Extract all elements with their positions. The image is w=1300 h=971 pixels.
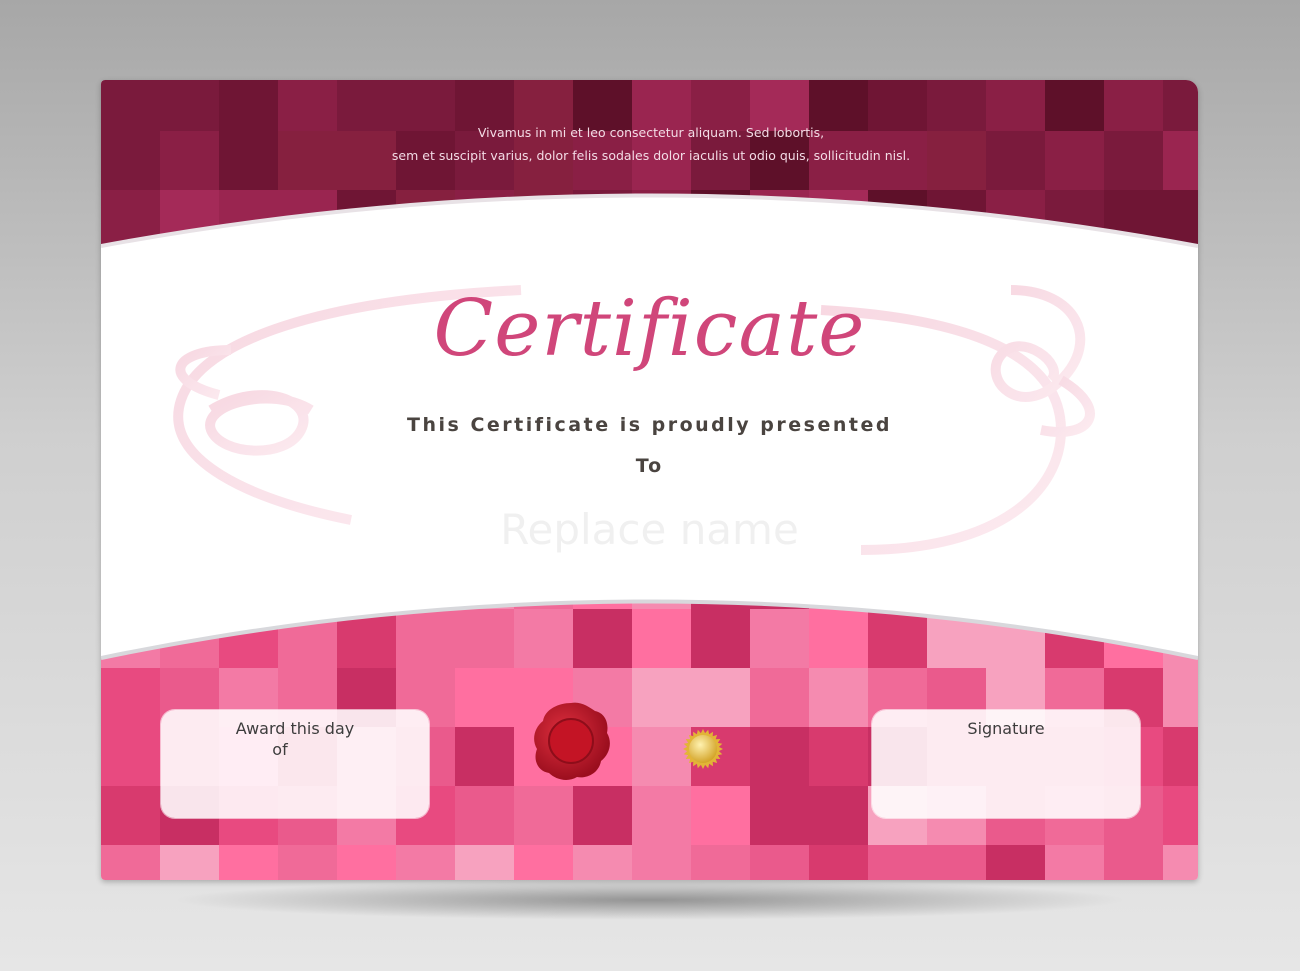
- header-text-line-2: sem et suscipit varius, dolor felis soda…: [391, 148, 911, 163]
- award-label-line-2: of: [272, 740, 288, 759]
- award-label-line-1: Award this day: [235, 719, 355, 738]
- certificate-card: Vivamus in mi et leo consectetur aliquam…: [101, 80, 1198, 880]
- award-date-label: Award this day of: [161, 718, 429, 760]
- presented-text: This Certificate is proudly presented: [407, 414, 892, 436]
- gold-seal-icon: [683, 729, 723, 769]
- signature-box: Signature: [872, 710, 1140, 818]
- header-text-line-1: Vivamus in mi et leo consectetur aliquam…: [477, 125, 825, 140]
- signature-label: Signature: [967, 719, 1045, 738]
- page-shadow: [170, 880, 1130, 920]
- certificate-title: Certificate: [433, 284, 866, 374]
- award-date-box: Award this day of: [161, 710, 429, 818]
- recipient-name-placeholder: Replace name: [500, 505, 799, 554]
- to-text: To: [635, 455, 664, 477]
